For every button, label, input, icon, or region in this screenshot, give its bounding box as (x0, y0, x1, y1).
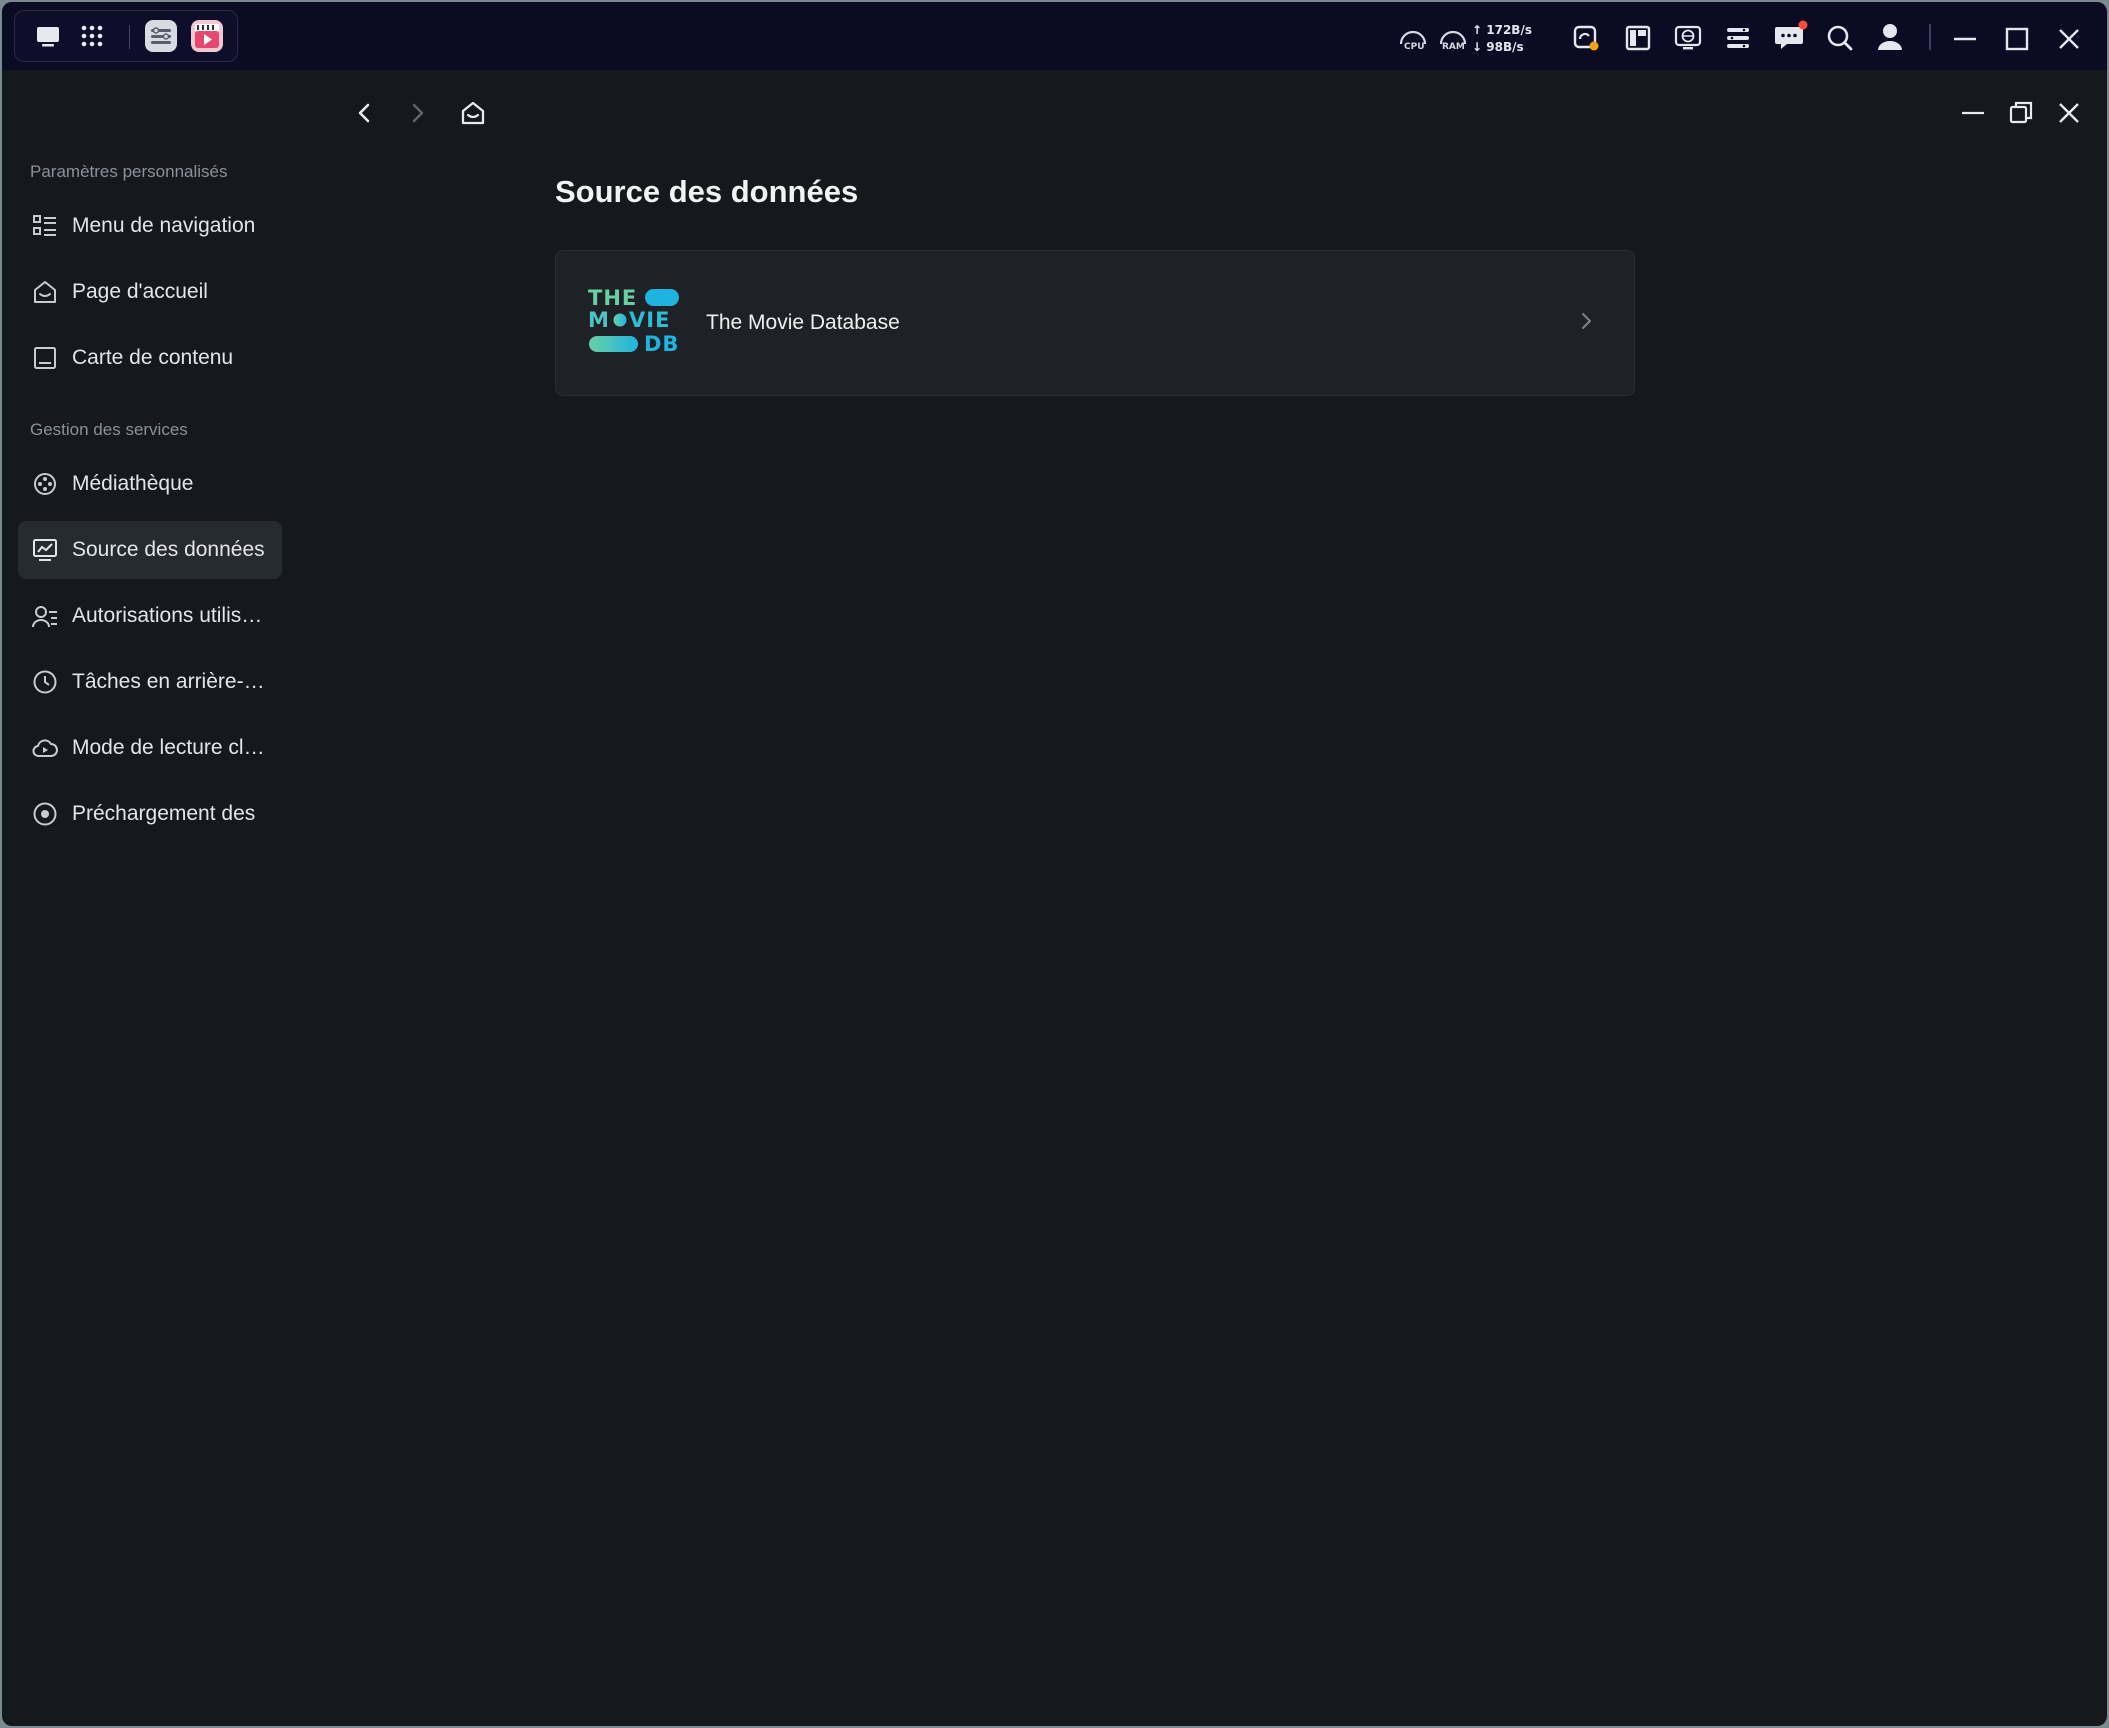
sidebar-item-user-permissions[interactable]: Autorisations utilisateur (18, 587, 282, 645)
group-title-services: Gestion des services (30, 420, 188, 439)
sidebar-item-home-page[interactable]: Page d'accueil (18, 263, 282, 321)
home-icon[interactable] (458, 98, 488, 128)
dock-divider (129, 25, 130, 49)
control-panel-app-icon[interactable] (145, 20, 177, 52)
user-permissions-icon (32, 606, 57, 628)
data-source-icon (33, 539, 57, 561)
tmdb-logo: THE M VIE DB (588, 286, 679, 354)
network-globe-icon[interactable] (1674, 24, 1702, 52)
sidebar-item-content-card[interactable]: Carte de contenu (18, 329, 282, 387)
preload-icon (33, 802, 57, 826)
card-icon (34, 347, 56, 369)
sidebar-item-label: Carte de contenu (72, 346, 234, 369)
logo-text-m: M (588, 308, 609, 332)
data-source-name: The Movie Database (706, 311, 900, 334)
messages-icon[interactable] (1774, 20, 1808, 52)
backup-status-icon[interactable] (1572, 24, 1600, 52)
logo-text-vie: VIE (629, 308, 670, 332)
user-account-icon[interactable] (1876, 22, 1904, 52)
cpu-label: CPU (1404, 42, 1425, 52)
sidebar-item-background-tasks[interactable]: Tâches en arrière-plan (18, 653, 282, 711)
desktop-maximize-icon[interactable] (2004, 26, 2030, 52)
logo-text-db: DB (644, 332, 679, 354)
desktop-close-icon[interactable] (2056, 26, 2082, 52)
data-source-card-tmdb[interactable]: THE M VIE DB The Movie Database (555, 250, 1635, 396)
search-icon[interactable] (1826, 24, 1854, 52)
logo-text-the: THE (588, 286, 637, 310)
window-restore-icon[interactable] (2006, 98, 2036, 128)
topbar-divider (1929, 24, 1931, 50)
media-library-icon (34, 473, 56, 495)
list-icon (33, 215, 56, 236)
taskbar-dock (14, 10, 238, 62)
back-icon[interactable] (349, 98, 379, 128)
chevron-right-icon (1582, 313, 1591, 329)
show-desktop-icon[interactable] (35, 23, 61, 49)
download-arrow: ↓ (1472, 40, 1483, 54)
sidebar-item-label: Menu de navigation (72, 214, 256, 237)
ram-label: RAM (1442, 42, 1465, 52)
upload-arrow: ↑ (1472, 23, 1483, 37)
sidebar-item-label: Tâches en arrière-plan (72, 670, 272, 693)
sidebar-item-label: Préchargement des (72, 802, 256, 825)
forward-icon[interactable] (403, 98, 433, 128)
sidebar-item-label: Autorisations utilisateur (72, 604, 272, 627)
desktop-minimize-icon[interactable] (1952, 26, 1978, 52)
layout-panel-icon[interactable] (1624, 24, 1652, 52)
sidebar-item-label: Mode de lecture cloud (72, 736, 272, 759)
page-title: Source des données (555, 174, 859, 209)
app-grid-icon[interactable] (79, 23, 105, 49)
upload-speed: 172B/s (1486, 23, 1532, 37)
settings-sidebar: Paramètres personnalisés Menu de navigat… (2, 70, 302, 1726)
window-minimize-icon[interactable] (1958, 98, 1988, 128)
download-speed: 98B/s (1486, 40, 1524, 54)
group-title-personalized: Paramètres personnalisés (30, 162, 228, 181)
tasks-list-icon[interactable] (1724, 24, 1752, 52)
clock-icon (33, 670, 57, 694)
sidebar-item-label: Source des données (72, 538, 265, 561)
video-app-icon[interactable] (191, 20, 223, 52)
sidebar-item-media-library[interactable]: Médiathèque (18, 455, 282, 513)
sidebar-item-navigation-menu[interactable]: Menu de navigation (18, 197, 282, 255)
system-topbar: CPU RAM ↑ 172B/s ↓ 98B/s (2, 2, 2107, 70)
network-speed[interactable]: ↑ 172B/s ↓ 98B/s (1472, 22, 1532, 56)
cloud-play-icon (32, 739, 58, 757)
sidebar-item-data-source[interactable]: Source des données (18, 521, 282, 579)
home-icon (34, 281, 56, 303)
window-close-icon[interactable] (2054, 98, 2084, 128)
sidebar-item-preload[interactable]: Préchargement des (18, 785, 282, 843)
screen: CPU RAM ↑ 172B/s ↓ 98B/s Paramètres pers… (2, 2, 2107, 1726)
sidebar-item-cloud-play-mode[interactable]: Mode de lecture cloud (18, 719, 282, 777)
sidebar-item-label: Page d'accueil (72, 280, 208, 303)
sidebar-item-label: Médiathèque (72, 472, 194, 495)
